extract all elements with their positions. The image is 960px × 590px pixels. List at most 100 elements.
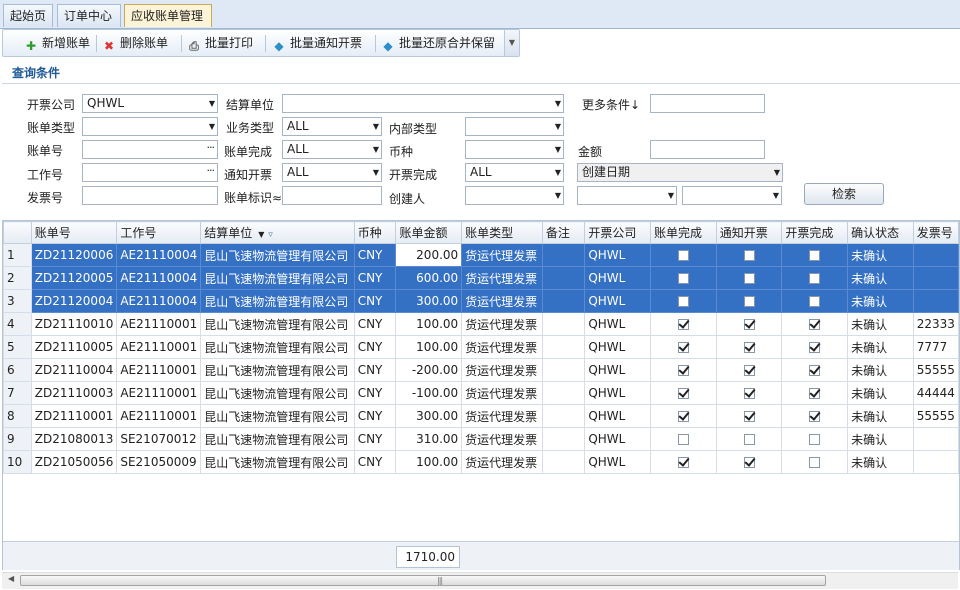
notify-checkbox-cell[interactable] xyxy=(715,358,783,382)
currency-select[interactable]: ▼ xyxy=(465,140,564,159)
bill-type-select[interactable]: ▼ xyxy=(82,117,218,136)
checkbox[interactable] xyxy=(809,388,821,399)
search-button[interactable]: 检索 xyxy=(804,183,884,205)
checkbox[interactable] xyxy=(809,342,821,353)
done-checkbox-cell[interactable] xyxy=(650,404,717,428)
checkbox[interactable] xyxy=(743,365,755,376)
ellipsis-icon[interactable]: ··· xyxy=(207,162,215,179)
add-bill-button[interactable]: ✚ 新增账单 xyxy=(23,33,90,53)
inv-checkbox-cell[interactable] xyxy=(781,450,849,474)
col-header-bill-done[interactable]: 账单完成 xyxy=(650,221,717,244)
notify-checkbox-cell[interactable] xyxy=(715,427,783,451)
done-checkbox-cell[interactable] xyxy=(650,335,717,359)
col-header-bill-type[interactable]: 账单类型 xyxy=(461,221,543,244)
inv-checkbox-cell[interactable] xyxy=(781,243,849,267)
col-header-settle-unit[interactable]: 结算单位 ▼ ▿ xyxy=(200,221,355,244)
batch-restore-button[interactable]: ◆ 批量还原合并保留 xyxy=(380,33,495,53)
checkbox[interactable] xyxy=(743,411,755,422)
bill-no-input[interactable]: ··· xyxy=(82,140,218,159)
delete-bill-button[interactable]: ✖ 删除账单 xyxy=(101,33,168,53)
table-row[interactable]: 1 ZD21120006 AE21110004 昆山飞速物流管理有限公司 CNY 200.… xyxy=(3,243,960,267)
checkbox[interactable] xyxy=(743,319,755,330)
checkbox[interactable] xyxy=(677,388,689,399)
notify-checkbox-cell[interactable] xyxy=(715,312,783,336)
table-row[interactable]: 10 ZD21050056 SE21050009 昆山飞速物流管理有限公司 CNY 100… xyxy=(3,450,960,474)
date-from-picker[interactable]: ▼ xyxy=(577,186,677,205)
checkbox[interactable] xyxy=(809,273,821,284)
job-no-input[interactable]: ··· xyxy=(82,163,218,182)
col-header-invoice-company[interactable]: 开票公司 xyxy=(584,221,651,244)
col-header-currency[interactable]: 币种 xyxy=(353,221,397,244)
checkbox[interactable] xyxy=(743,457,755,468)
checkbox[interactable] xyxy=(809,250,821,261)
tab-receivable-bills[interactable]: 应收账单管理 xyxy=(124,4,212,27)
checkbox[interactable] xyxy=(677,296,689,307)
done-checkbox-cell[interactable] xyxy=(650,266,717,290)
batch-print-button[interactable]: ⎙ 批量打印 xyxy=(186,33,253,53)
checkbox[interactable] xyxy=(677,411,689,422)
invoice-no-input[interactable] xyxy=(82,186,218,205)
table-row[interactable]: 6 ZD21110004 AE21110001 昆山飞速物流管理有限公司 CNY -200… xyxy=(3,358,960,382)
checkbox[interactable] xyxy=(743,434,755,445)
invoice-company-select[interactable]: QHWL ▼ xyxy=(82,94,218,113)
more-conditions-input[interactable] xyxy=(650,94,765,113)
bill-done-select[interactable]: ALL ▼ xyxy=(282,140,382,159)
notify-checkbox-cell[interactable] xyxy=(715,450,783,474)
scrollbar-thumb[interactable]: ||| xyxy=(20,575,826,586)
checkbox[interactable] xyxy=(743,388,755,399)
col-header-job-no[interactable]: 工作号 xyxy=(116,221,202,244)
batch-notify-invoice-button[interactable]: ◆ 批量通知开票 xyxy=(271,33,362,53)
done-checkbox-cell[interactable] xyxy=(650,358,717,382)
ellipsis-icon[interactable]: ··· xyxy=(207,139,215,156)
notify-checkbox-cell[interactable] xyxy=(715,381,783,405)
notify-checkbox-cell[interactable] xyxy=(715,266,783,290)
done-checkbox-cell[interactable] xyxy=(650,427,717,451)
inv-checkbox-cell[interactable] xyxy=(781,289,849,313)
checkbox[interactable] xyxy=(809,319,821,330)
date-to-picker[interactable]: ▼ xyxy=(682,186,782,205)
checkbox[interactable] xyxy=(809,457,821,468)
biz-type-select[interactable]: ALL ▼ xyxy=(282,117,382,136)
internal-type-select[interactable]: ▼ xyxy=(465,117,564,136)
more-conditions-toggle[interactable]: 更多条件↓ xyxy=(582,96,640,113)
notify-invoice-select[interactable]: ALL ▼ xyxy=(282,163,382,182)
checkbox[interactable] xyxy=(809,296,821,307)
filter-icon[interactable]: ▿ xyxy=(268,230,273,240)
date-field-select[interactable]: 创建日期 ▼ xyxy=(577,163,783,182)
col-header-invoice-done[interactable]: 开票完成 xyxy=(781,221,849,244)
col-header-bill-no[interactable]: 账单号 xyxy=(30,221,118,244)
done-checkbox-cell[interactable] xyxy=(650,381,717,405)
checkbox[interactable] xyxy=(677,250,689,261)
inv-checkbox-cell[interactable] xyxy=(781,381,849,405)
done-checkbox-cell[interactable] xyxy=(650,450,717,474)
checkbox[interactable] xyxy=(743,250,755,261)
done-checkbox-cell[interactable] xyxy=(650,289,717,313)
tab-start-page[interactable]: 起始页 xyxy=(3,4,53,27)
table-row[interactable]: 5 ZD21110005 AE21110001 昆山飞速物流管理有限公司 CNY 100.… xyxy=(3,335,960,359)
checkbox[interactable] xyxy=(809,411,821,422)
checkbox[interactable] xyxy=(743,273,755,284)
scroll-left-icon[interactable]: ◀ xyxy=(8,574,14,583)
checkbox[interactable] xyxy=(677,273,689,284)
bill-mark-input[interactable] xyxy=(282,186,382,205)
inv-checkbox-cell[interactable] xyxy=(781,404,849,428)
notify-checkbox-cell[interactable] xyxy=(715,289,783,313)
checkbox[interactable] xyxy=(677,319,689,330)
checkbox[interactable] xyxy=(743,296,755,307)
notify-checkbox-cell[interactable] xyxy=(715,243,783,267)
checkbox[interactable] xyxy=(743,342,755,353)
table-row[interactable]: 3 ZD21120004 AE21110004 昆山飞速物流管理有限公司 CNY 300.… xyxy=(3,289,960,313)
table-row[interactable]: 9 ZD21080013 SE21070012 昆山飞速物流管理有限公司 CNY 310.… xyxy=(3,427,960,451)
checkbox[interactable] xyxy=(677,365,689,376)
inv-checkbox-cell[interactable] xyxy=(781,427,849,451)
checkbox[interactable] xyxy=(677,342,689,353)
table-row[interactable]: 7 ZD21110003 AE21110001 昆山飞速物流管理有限公司 CNY -100… xyxy=(3,381,960,405)
checkbox[interactable] xyxy=(809,434,821,445)
inv-checkbox-cell[interactable] xyxy=(781,312,849,336)
inv-checkbox-cell[interactable] xyxy=(781,266,849,290)
settle-unit-select[interactable]: ▼ xyxy=(282,94,564,113)
col-header-notify-invoice[interactable]: 通知开票 xyxy=(715,221,783,244)
invoice-done-select[interactable]: ALL ▼ xyxy=(465,163,564,182)
col-header-amount[interactable]: 账单金额 xyxy=(395,221,463,244)
done-checkbox-cell[interactable] xyxy=(650,243,717,267)
